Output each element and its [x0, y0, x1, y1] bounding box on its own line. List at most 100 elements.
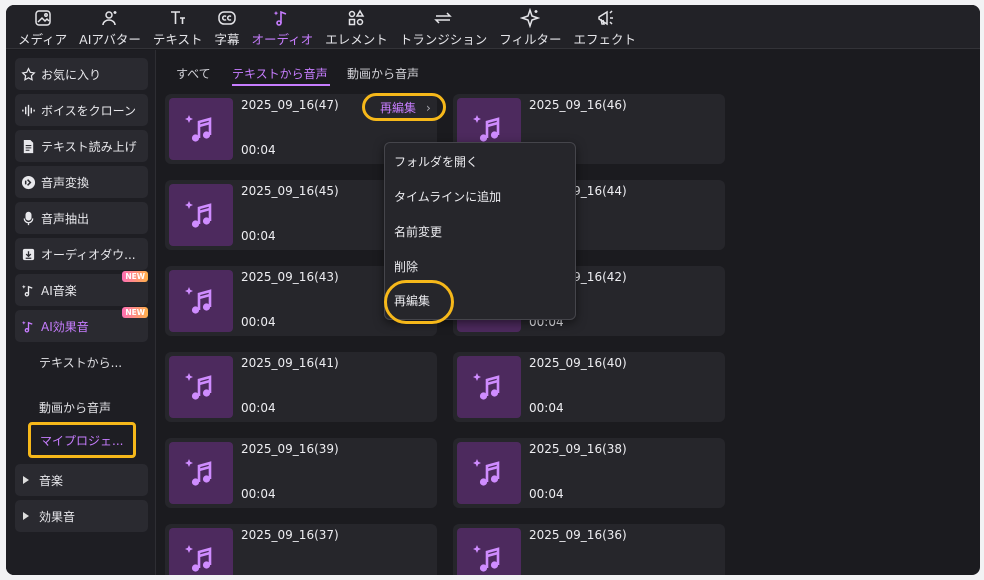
chevron-right-icon: › [426, 101, 431, 115]
tab-caption-label: 字幕 [214, 32, 240, 47]
sidebar-item-ai-sfx[interactable]: AI効果音 NEW [15, 307, 148, 342]
sidebar-item-label: テキスト読み上げ [41, 139, 137, 154]
avatar-icon [102, 11, 117, 26]
sidebar-item-label: お気に入り [41, 67, 102, 82]
audio-card-duration: 00:04 [241, 315, 276, 329]
download-icon [22, 248, 35, 260]
audio-card-name: 2025_09_16(45) [241, 184, 339, 198]
audio-card-duration: 00:04 [241, 229, 276, 243]
sidebar-tree-sfx[interactable]: 効果音 [15, 500, 148, 532]
top-toolbar: メディア AIアバター テキスト 字幕 オーディオ エレメント トランジション [6, 5, 980, 49]
tab-caption[interactable]: 字幕 [209, 5, 246, 49]
tab-all[interactable]: すべて [176, 65, 211, 82]
reedit-button[interactable]: 再編集 › [362, 93, 446, 121]
menu-item-add-to-timeline[interactable]: タイムラインに追加 [394, 188, 501, 205]
tab-filter[interactable]: フィルター [493, 5, 567, 49]
tab-ai-avatar[interactable]: AIアバター [73, 5, 147, 49]
audio-card-duration: 00:04 [241, 143, 276, 157]
tab-audio[interactable]: オーディオ [246, 5, 320, 49]
audio-card[interactable]: 2025_09_16(36) 00:04 [453, 524, 725, 575]
new-badge: NEW [122, 307, 148, 318]
document-icon [23, 139, 34, 153]
media-icon [34, 10, 51, 26]
audio-card[interactable]: 2025_09_16(39) 00:04 [165, 438, 437, 508]
sidebar-tree-label: 音楽 [39, 473, 64, 488]
menu-item-open-folder[interactable]: フォルダを開く [394, 153, 478, 170]
element-icon [349, 9, 365, 26]
sidebar-item-audio-download[interactable]: オーディオダウ... [15, 238, 148, 270]
audio-thumbnail [457, 528, 521, 575]
menu-item-rename[interactable]: 名前変更 [394, 223, 442, 240]
audio-card[interactable]: 2025_09_16(40) 00:04 [453, 352, 725, 422]
menu-item-delete[interactable]: 削除 [394, 258, 418, 275]
transition-icon [434, 12, 453, 24]
sidebar: お気に入り ボイスをクローン テキスト読み上げ 音声変換 音声抽出 オーディオダ… [6, 50, 156, 575]
expand-arrow-icon [23, 512, 29, 520]
sidebar-item-voice-change[interactable]: 音声変換 [15, 166, 148, 198]
voice-change-icon [21, 175, 36, 189]
audio-icon [273, 10, 287, 26]
audio-card-name: 2025_09_16(46) [529, 98, 627, 112]
sidebar-item-ai-music[interactable]: AI音楽 NEW [15, 271, 148, 306]
tab-text-label: テキスト [152, 32, 203, 47]
effect-icon [597, 10, 613, 26]
audio-card-duration: 00:04 [241, 401, 276, 415]
tab-text-to-audio[interactable]: テキストから音声 [232, 65, 328, 82]
audio-card-duration: 00:04 [529, 573, 564, 575]
tab-audio-label: オーディオ [251, 32, 314, 47]
audio-thumbnail [169, 184, 233, 246]
audio-thumbnail [457, 442, 521, 504]
tab-filter-label: フィルター [499, 32, 562, 47]
tab-text[interactable]: テキスト [147, 5, 209, 49]
tab-media[interactable]: メディア [12, 5, 73, 49]
filter-icon [520, 8, 541, 28]
ai-music-icon [21, 284, 33, 297]
tab-video-to-audio[interactable]: 動画から音声 [347, 65, 419, 82]
sidebar-item-text-to-speech[interactable]: テキスト読み上げ [15, 130, 148, 162]
tab-transition[interactable]: トランジション [394, 5, 494, 49]
sidebar-item-voice-clone[interactable]: ボイスをクローン [15, 94, 148, 126]
sidebar-tree-label: 効果音 [39, 509, 76, 524]
ai-sfx-icon [21, 320, 33, 333]
audio-card-name: 2025_09_16(37) [241, 528, 339, 542]
sidebar-subitem-text-to-audio[interactable]: テキストから... [39, 354, 122, 371]
tab-effect[interactable]: エフェクト [567, 5, 642, 49]
highlight-ring [384, 280, 454, 324]
tab-element[interactable]: エレメント [319, 5, 394, 49]
microphone-icon [23, 211, 34, 225]
sidebar-item-label: 音声変換 [41, 175, 90, 190]
audio-card-name: 2025_09_16(38) [529, 442, 627, 456]
audio-thumbnail [457, 356, 521, 418]
tab-ai-avatar-label: AIアバター [79, 32, 141, 47]
audio-card-name: 2025_09_16(36) [529, 528, 627, 542]
audio-thumbnail [169, 356, 233, 418]
sidebar-tree-music[interactable]: 音楽 [15, 464, 148, 496]
sidebar-item-label: AI効果音 [41, 319, 89, 334]
sidebar-subitem-video-to-audio[interactable]: 動画から音声 [39, 399, 111, 416]
audio-card-name: 2025_09_16(43) [241, 270, 339, 284]
text-icon [170, 11, 185, 24]
sidebar-item-audio-extract[interactable]: 音声抽出 [15, 202, 148, 234]
app-window: メディア AIアバター テキスト 字幕 オーディオ エレメント トランジション [6, 5, 980, 575]
audio-card-duration: 00:04 [529, 401, 564, 415]
active-tab-underline [232, 84, 330, 86]
audio-card-name: 2025_09_16(47) [241, 98, 339, 112]
audio-card[interactable]: 2025_09_16(37) 00:04 [165, 524, 437, 575]
sidebar-item-favorites[interactable]: お気に入り [15, 58, 148, 90]
audio-card-name: 2025_09_16(39) [241, 442, 339, 456]
sidebar-subitem-my-projects[interactable]: マイプロジェ... [28, 422, 136, 458]
audio-thumbnail [169, 98, 233, 160]
sidebar-item-label: 音声抽出 [41, 211, 90, 226]
audio-thumbnail [169, 270, 233, 332]
sidebar-item-label: オーディオダウ... [41, 247, 136, 262]
tab-effect-label: エフェクト [573, 32, 636, 47]
audio-card[interactable]: 2025_09_16(41) 00:04 [165, 352, 437, 422]
caption-icon [218, 11, 236, 25]
waveform-icon [22, 104, 35, 116]
audio-thumbnail [169, 442, 233, 504]
audio-card-duration: 00:04 [241, 573, 276, 575]
audio-card[interactable]: 2025_09_16(38) 00:04 [453, 438, 725, 508]
reedit-label: 再編集 [380, 101, 417, 115]
audio-card-name: 2025_09_16(41) [241, 356, 339, 370]
expand-arrow-icon [23, 476, 29, 484]
